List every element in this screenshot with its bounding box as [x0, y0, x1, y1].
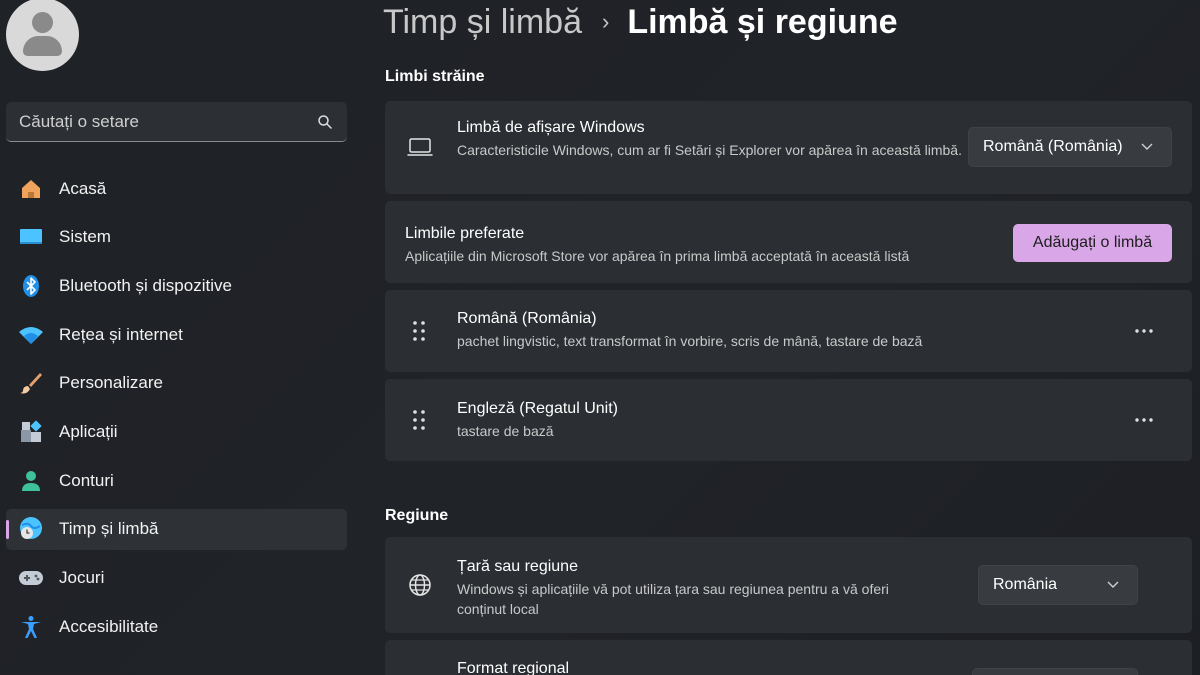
sidebar-item-accessibility[interactable]: Accesibilitate [6, 606, 347, 647]
search-box[interactable] [6, 102, 347, 142]
country-value: România [993, 576, 1058, 593]
language-desc: pachet lingvistic, text transformat în v… [457, 333, 923, 349]
home-icon [18, 176, 44, 202]
sidebar-item-time-language[interactable]: Timp și limbă [6, 508, 347, 550]
sidebar-item-gaming[interactable]: Jocuri [6, 558, 347, 599]
gamepad-icon [18, 565, 44, 591]
breadcrumb-parent[interactable]: Timp și limbă [383, 3, 582, 42]
sidebar-item-network[interactable]: Rețea și internet [6, 314, 347, 355]
breadcrumb: Timp și limbă › Limbă și regiune [383, 0, 898, 44]
brush-icon [18, 370, 44, 396]
account-icon [18, 468, 44, 494]
country-region-desc: Windows și aplicațiile vă pot utiliza ța… [457, 581, 889, 617]
sidebar-item-label: Jocuri [59, 568, 105, 587]
accessibility-icon [18, 614, 44, 640]
search-input[interactable] [19, 111, 317, 132]
preferred-languages-card: Limbile preferate Aplicațiile din Micros… [385, 201, 1192, 283]
avatar-body [23, 36, 62, 56]
page-title: Limbă și regiune [627, 2, 898, 41]
search-icon[interactable] [317, 114, 333, 130]
breadcrumb-separator: › [602, 9, 610, 34]
language-row-english[interactable]: Engleză (Regatul Unit) tastare de bază [385, 379, 1192, 461]
display-language-desc: Caracteristicile Windows, cum ar fi Setă… [457, 142, 962, 158]
sidebar-item-personalization[interactable]: Personalizare [6, 363, 347, 404]
drag-handle-icon[interactable] [411, 320, 427, 342]
sidebar-item-label: Timp și limbă [59, 519, 159, 539]
preferred-languages-desc: Aplicațiile din Microsoft Store vor apăr… [405, 248, 910, 264]
display-language-dropdown[interactable]: Română (România) [968, 127, 1172, 167]
display-language-title: Limbă de afișare Windows [457, 119, 645, 136]
sidebar-item-apps[interactable]: Aplicații [6, 411, 347, 452]
drag-handle-icon[interactable] [411, 409, 427, 431]
regional-format-dropdown[interactable] [972, 668, 1138, 675]
country-region-card: Țară sau regiune Windows și aplicațiile … [385, 537, 1192, 633]
globe-icon [407, 572, 433, 598]
wifi-icon [18, 322, 44, 348]
sidebar-item-label: Aplicații [59, 421, 118, 441]
sidebar-item-bluetooth[interactable]: Bluetooth și dispozitive [6, 265, 347, 306]
regional-format-card[interactable]: Format regional [385, 640, 1192, 675]
sidebar-item-system[interactable]: Sistem [6, 217, 347, 258]
preferred-languages-title: Limbile preferate [405, 225, 525, 242]
language-desc: tastare de bază [457, 423, 554, 439]
sidebar-item-label: Rețea și internet [59, 324, 183, 344]
sidebar-nav: Acasă Sistem Bluetooth și dispozitive Re… [6, 168, 347, 655]
section-title-region: Regiune [385, 507, 449, 524]
avatar[interactable] [6, 0, 79, 71]
bluetooth-icon [18, 273, 44, 299]
sidebar-item-label: Bluetooth și dispozitive [59, 275, 232, 295]
add-language-button[interactable]: Adăugați o limbă [1013, 224, 1172, 262]
globe-clock-icon [18, 516, 44, 542]
sidebar-item-label: Personalizare [59, 373, 163, 393]
more-options-icon[interactable] [1132, 319, 1156, 343]
monitor-icon [18, 224, 44, 250]
chevron-down-icon [1141, 143, 1153, 150]
chevron-down-icon [1107, 581, 1119, 588]
country-dropdown[interactable]: România [978, 565, 1138, 605]
regional-format-title: Format regional [457, 660, 570, 675]
sidebar-item-label: Conturi [59, 470, 114, 490]
avatar-head [32, 12, 53, 33]
language-title: Engleză (Regatul Unit) [457, 400, 618, 417]
apps-icon [18, 419, 44, 445]
sidebar-item-label: Sistem [59, 227, 111, 247]
laptop-icon [407, 134, 433, 160]
display-language-value: Română (România) [983, 138, 1123, 155]
more-options-icon[interactable] [1132, 408, 1156, 432]
country-region-title: Țară sau regiune [457, 558, 578, 575]
sidebar-item-label: Accesibilitate [59, 616, 159, 636]
display-language-card: Limbă de afișare Windows Caracteristicil… [385, 101, 1192, 194]
sidebar-item-accounts[interactable]: Conturi [6, 460, 347, 501]
sidebar-item-label: Acasă [59, 178, 107, 198]
language-title: Română (România) [457, 310, 597, 327]
sidebar-item-home[interactable]: Acasă [6, 168, 347, 209]
language-row-romanian[interactable]: Română (România) pachet lingvistic, text… [385, 290, 1192, 372]
section-title-languages: Limbi străine [385, 68, 485, 85]
